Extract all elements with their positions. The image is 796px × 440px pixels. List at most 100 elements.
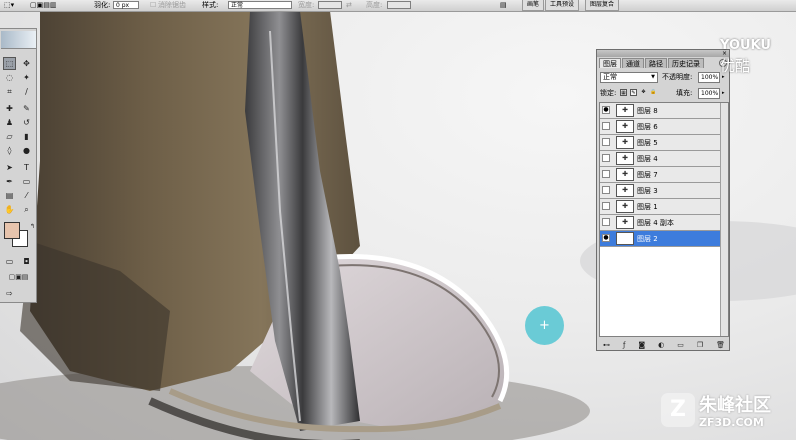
fill-slider-arrow-icon[interactable]: ▸: [722, 88, 725, 99]
adjustment-layer-icon[interactable]: ◐: [658, 340, 664, 350]
link-layers-icon[interactable]: ⊷: [603, 340, 610, 350]
opacity-input[interactable]: 100%: [698, 72, 720, 83]
youku-watermark: YOUKU 优酷: [720, 38, 771, 76]
notes-tool-icon[interactable]: ▤: [3, 189, 16, 202]
delete-layer-icon[interactable]: 🗑: [716, 340, 725, 350]
swap-colors-icon[interactable]: ↰: [26, 220, 39, 233]
screen-mode-icons[interactable]: ▢▣▤: [2, 271, 35, 284]
layer-row[interactable]: ✚ 图层 3: [600, 183, 722, 199]
blend-opacity-row: 正常 ▼ 不透明度: 100% ▸: [600, 72, 728, 83]
visibility-toggle[interactable]: [602, 170, 610, 178]
lock-image-icon[interactable]: ✎: [630, 89, 637, 96]
eyedropper-tool-icon[interactable]: ⁄: [20, 189, 33, 202]
clone-stamp-tool-icon[interactable]: ♟: [3, 116, 16, 129]
layers-scrollbar[interactable]: [720, 103, 728, 336]
layer-row[interactable]: ✚ 图层 7: [600, 167, 722, 183]
healing-brush-tool-icon[interactable]: ✚: [3, 102, 16, 115]
chevron-down-icon: ▼: [651, 74, 655, 80]
blur-tool-icon[interactable]: ◊: [3, 144, 16, 157]
magic-wand-tool-icon[interactable]: ✦: [20, 71, 33, 84]
marquee-preset-icon[interactable]: ⬚▾: [4, 0, 14, 11]
panel-title-bar[interactable]: [597, 50, 729, 57]
layer-name: 图层 6: [637, 123, 658, 131]
style-select[interactable]: 正常: [228, 1, 292, 9]
gradient-tool-icon[interactable]: ▮: [20, 130, 33, 143]
tab-paths[interactable]: 路径: [645, 58, 667, 68]
visibility-toggle[interactable]: [602, 138, 610, 146]
pen-tool-icon[interactable]: ✒: [3, 175, 16, 188]
lasso-tool-icon[interactable]: ◌: [3, 71, 16, 84]
lock-position-icon[interactable]: ✥: [640, 89, 647, 96]
layer-row[interactable]: ✚ 图层 4: [600, 151, 722, 167]
layer-row[interactable]: ● ✚ 图层 8: [600, 103, 722, 119]
visibility-toggle[interactable]: [602, 154, 610, 162]
visibility-toggle[interactable]: [602, 218, 610, 226]
new-layer-icon[interactable]: ❐: [697, 340, 703, 350]
standard-mode-icon[interactable]: ▭: [3, 255, 16, 268]
crop-tool-icon[interactable]: ⌗: [3, 85, 16, 98]
layer-style-icon[interactable]: ƒ: [623, 340, 625, 350]
path-selection-tool-icon[interactable]: ➤: [3, 161, 16, 174]
layer-row[interactable]: ✚ 图层 4 副本: [600, 215, 722, 231]
workspace-tab-layer-comps[interactable]: 图层复合: [585, 0, 620, 11]
zoom-tool-icon[interactable]: ⌕: [20, 203, 33, 216]
layer-thumbnail: ✚: [616, 184, 634, 197]
blend-mode-select[interactable]: 正常 ▼: [600, 72, 658, 83]
tools-palette: ⬚ ✥ ◌ ✦ ⌗ ∕ ✚ ✎ ♟ ↺ ▱ ▮ ◊ ● ➤ T ✒ ▭ ▤ ⁄ …: [0, 28, 37, 303]
dodge-tool-icon[interactable]: ●: [20, 144, 33, 157]
fill-label: 填充:: [676, 89, 693, 97]
panel-tabs: 图层 通道 路径 历史记录: [599, 58, 704, 68]
eye-icon[interactable]: ●: [602, 106, 610, 114]
visibility-toggle[interactable]: [602, 122, 610, 130]
eraser-tool-icon[interactable]: ▱: [3, 130, 16, 143]
swap-icon[interactable]: ⇄: [346, 0, 352, 11]
layer-name: 图层 2: [637, 235, 658, 243]
blend-mode-value: 正常: [603, 73, 617, 81]
fill-input[interactable]: 100%: [698, 88, 720, 99]
layer-mask-icon[interactable]: ◙: [638, 340, 645, 350]
tab-channels[interactable]: 通道: [622, 58, 644, 68]
feather-label: 羽化:: [94, 1, 111, 9]
layer-row[interactable]: ✚ 图层 1: [600, 199, 722, 215]
workspace-tab-tool-presets[interactable]: 工具预设: [545, 0, 580, 11]
layer-name: 图层 7: [637, 171, 658, 179]
history-brush-tool-icon[interactable]: ↺: [20, 116, 33, 129]
lock-all-icon[interactable]: 🔒: [650, 89, 657, 96]
height-label: 高度:: [366, 1, 383, 9]
layer-thumbnail: ✚: [616, 200, 634, 213]
options-bar: ⬚▾ ▢▣▤▥ 羽化: 0 px ☐ 消除锯齿 样式: 正常 宽度: ⇄ 高度:…: [0, 0, 796, 12]
move-tool-icon[interactable]: ✥: [20, 57, 33, 70]
brush-tool-icon[interactable]: ✎: [20, 102, 33, 115]
new-group-icon[interactable]: ▭: [677, 340, 684, 350]
layer-row[interactable]: ✚ 图层 6: [600, 119, 722, 135]
palette-well-icon[interactable]: ▤: [500, 0, 507, 11]
tab-layers[interactable]: 图层: [599, 58, 621, 68]
layer-thumbnail: ✚: [616, 168, 634, 181]
cursor-highlight: +: [525, 306, 564, 345]
tab-history[interactable]: 历史记录: [668, 58, 704, 68]
type-tool-icon[interactable]: T: [20, 161, 33, 174]
layer-name: 图层 5: [637, 139, 658, 147]
antialias-label: 消除锯齿: [158, 1, 186, 9]
visibility-toggle[interactable]: [602, 186, 610, 194]
selection-mode-icons[interactable]: ▢▣▤▥: [30, 0, 56, 11]
height-input[interactable]: [387, 1, 411, 9]
jump-to-imageready-icon[interactable]: ⇨: [3, 287, 16, 300]
shape-tool-icon[interactable]: ▭: [20, 175, 33, 188]
quick-mask-mode-icon[interactable]: ◘: [20, 255, 33, 268]
width-input[interactable]: [318, 1, 342, 9]
layer-thumbnail: ✚: [616, 152, 634, 165]
layer-row-selected[interactable]: ● 图层 2: [600, 231, 722, 247]
feather-input[interactable]: 0 px: [113, 1, 139, 9]
workspace-tab-brushes[interactable]: 画笔: [522, 0, 545, 11]
slice-tool-icon[interactable]: ∕: [20, 85, 33, 98]
antialias-checkbox[interactable]: ☐: [150, 0, 156, 11]
eye-icon[interactable]: ●: [602, 234, 610, 242]
lock-transparency-icon[interactable]: ▦: [620, 89, 627, 96]
visibility-toggle[interactable]: [602, 202, 610, 210]
layer-row[interactable]: ✚ 图层 5: [600, 135, 722, 151]
layer-thumbnail: [616, 232, 634, 245]
foreground-color-swatch[interactable]: [4, 222, 20, 239]
hand-tool-icon[interactable]: ✋: [3, 203, 16, 216]
rect-marquee-tool-icon[interactable]: ⬚: [3, 57, 16, 70]
